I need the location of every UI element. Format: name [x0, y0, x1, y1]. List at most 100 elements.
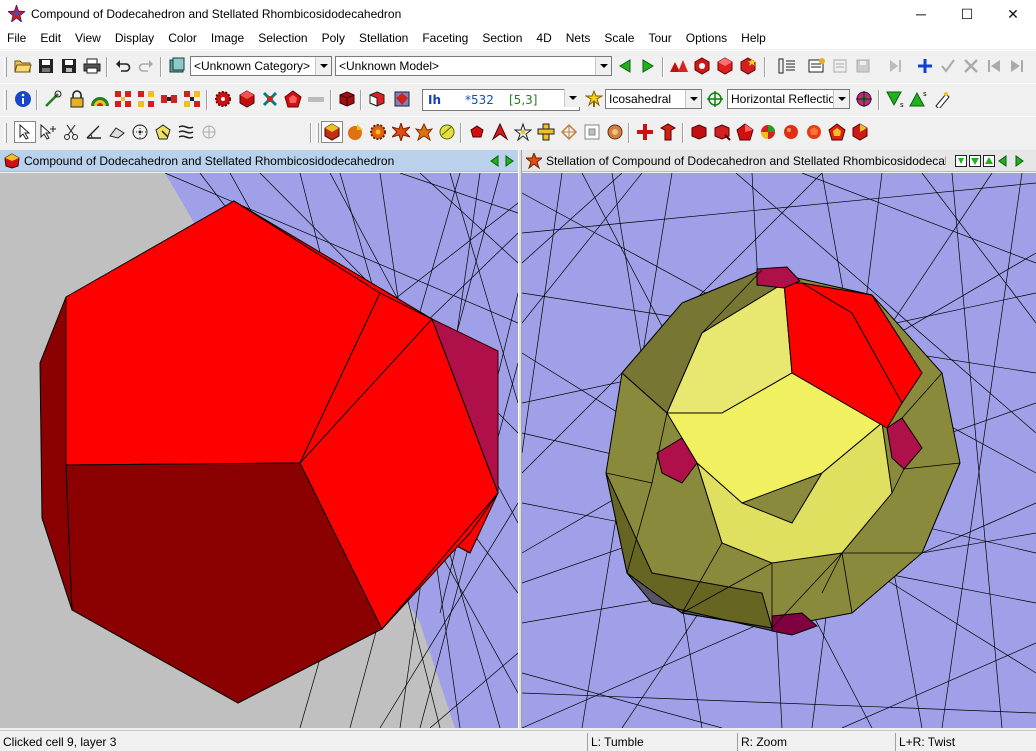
- cube-red-icon[interactable]: [236, 88, 258, 110]
- twist-tool-icon[interactable]: [175, 121, 197, 143]
- sphere-brown-icon[interactable]: [604, 121, 626, 143]
- pane-next-icon[interactable]: [1008, 150, 1030, 172]
- print-icon[interactable]: [81, 55, 103, 77]
- right-3d-canvas[interactable]: [522, 173, 1036, 728]
- pentagon-shade-icon[interactable]: [734, 121, 756, 143]
- lock-icon[interactable]: [66, 88, 88, 110]
- ball-yellow-icon[interactable]: [436, 121, 458, 143]
- symmetry-field[interactable]: Ih *532 [5,3]: [422, 89, 580, 111]
- next-model-icon[interactable]: [637, 55, 659, 77]
- vertex-wheel-icon[interactable]: [129, 121, 151, 143]
- menu-view[interactable]: View: [68, 28, 108, 49]
- net-cross-icon[interactable]: [535, 121, 557, 143]
- toolbar-grip[interactable]: [316, 123, 319, 143]
- select-pointer-icon[interactable]: [14, 121, 36, 143]
- previous-model-icon[interactable]: [614, 55, 636, 77]
- gear-red-icon[interactable]: [212, 88, 234, 110]
- cube-outline-icon[interactable]: [366, 88, 388, 110]
- star-wire-icon[interactable]: [512, 121, 534, 143]
- hexagon-red-icon[interactable]: [849, 121, 871, 143]
- menu-color[interactable]: Color: [161, 28, 204, 49]
- ball-multicolor-icon[interactable]: [757, 121, 779, 143]
- face-select-icon[interactable]: [152, 121, 174, 143]
- plus-red-icon[interactable]: [634, 121, 656, 143]
- list-view-icon[interactable]: [776, 55, 798, 77]
- menu-options[interactable]: Options: [679, 28, 734, 49]
- menu-file[interactable]: File: [0, 28, 33, 49]
- category-select[interactable]: <Unknown Category>: [190, 56, 332, 76]
- menu-selection[interactable]: Selection: [251, 28, 314, 49]
- menu-edit[interactable]: Edit: [33, 28, 68, 49]
- redo-icon[interactable]: [135, 55, 157, 77]
- spike-icon[interactable]: [489, 121, 511, 143]
- layers-icon[interactable]: [391, 88, 413, 110]
- polyhedra-cluster-icon[interactable]: [668, 55, 690, 77]
- pentagon-red-icon[interactable]: [282, 88, 304, 110]
- minimize-button[interactable]: ─: [898, 0, 944, 28]
- target-icon[interactable]: [853, 88, 875, 110]
- toolbar-grip[interactable]: [4, 90, 7, 110]
- save-icon[interactable]: [35, 55, 57, 77]
- ball-faceted-icon[interactable]: [803, 121, 825, 143]
- properties-icon[interactable]: [806, 55, 828, 77]
- model-select[interactable]: <Unknown Model>: [335, 56, 612, 76]
- leaf-burst-icon[interactable]: [413, 121, 435, 143]
- ball-red-icon[interactable]: [780, 121, 802, 143]
- angle-tool-icon[interactable]: [83, 121, 105, 143]
- grid-pattern-2-icon[interactable]: [135, 88, 157, 110]
- add-icon[interactable]: [914, 55, 936, 77]
- toolbar-grip[interactable]: [4, 123, 7, 143]
- menu-4d[interactable]: 4D: [529, 28, 558, 49]
- polyhedron-red-cube-icon[interactable]: [714, 55, 736, 77]
- scissors-icon[interactable]: [60, 121, 82, 143]
- menu-faceting[interactable]: Faceting: [415, 28, 475, 49]
- close-button[interactable]: ✕: [990, 0, 1036, 28]
- menu-image[interactable]: Image: [204, 28, 251, 49]
- edge-tool-icon[interactable]: [106, 121, 128, 143]
- diamond-outline-icon[interactable]: [558, 121, 580, 143]
- info-icon[interactable]: [12, 88, 34, 110]
- menu-tour[interactable]: Tour: [641, 28, 678, 49]
- sphere-cut-icon[interactable]: [344, 121, 366, 143]
- triangle-up-icon[interactable]: s: [907, 88, 929, 110]
- menu-section[interactable]: Section: [475, 28, 529, 49]
- cross-shape-icon[interactable]: [259, 88, 281, 110]
- star-burst-icon[interactable]: [390, 121, 412, 143]
- polyhedron-add-icon[interactable]: [691, 55, 713, 77]
- solid-view-icon[interactable]: [321, 121, 343, 143]
- grid-pattern-4-icon[interactable]: [181, 88, 203, 110]
- tee-red-icon[interactable]: [657, 121, 679, 143]
- frame-icon[interactable]: [581, 121, 603, 143]
- pane-next-icon[interactable]: [498, 150, 520, 172]
- triangle-down-icon[interactable]: s: [884, 88, 906, 110]
- model-library-icon[interactable]: [166, 55, 188, 77]
- menu-scale[interactable]: Scale: [597, 28, 641, 49]
- gear-orange-icon[interactable]: [367, 121, 389, 143]
- maximize-button[interactable]: ☐: [944, 0, 990, 28]
- dome-icon[interactable]: [89, 88, 111, 110]
- menu-poly[interactable]: Poly: [315, 28, 352, 49]
- right-3d-view[interactable]: [522, 173, 1036, 728]
- cube-solid-icon[interactable]: [688, 121, 710, 143]
- grid-pattern-3-icon[interactable]: [158, 88, 180, 110]
- polyhedron-star-icon[interactable]: [737, 55, 759, 77]
- menu-help[interactable]: Help: [734, 28, 773, 49]
- paint-tool-icon[interactable]: [930, 88, 952, 110]
- pentagon-small-icon[interactable]: [466, 121, 488, 143]
- cube-spiky-icon[interactable]: [711, 121, 733, 143]
- left-3d-view[interactable]: [0, 173, 518, 728]
- save-as-icon[interactable]: [58, 55, 80, 77]
- edit-tools-icon[interactable]: [42, 88, 64, 110]
- box-icon[interactable]: [336, 88, 358, 110]
- toolbar-grip[interactable]: [4, 57, 7, 77]
- menu-display[interactable]: Display: [108, 28, 161, 49]
- pointer-plus-icon[interactable]: [37, 121, 59, 143]
- menu-stellation[interactable]: Stellation: [352, 28, 415, 49]
- open-folder-icon[interactable]: [12, 55, 34, 77]
- grid-pattern-1-icon[interactable]: [112, 88, 134, 110]
- reflection-select[interactable]: Horizontal Reflection: [727, 89, 850, 109]
- symmetry-type-select[interactable]: Icosahedral: [605, 89, 702, 109]
- pentagon-yellow-icon[interactable]: [826, 121, 848, 143]
- undo-icon[interactable]: [112, 55, 134, 77]
- left-3d-canvas[interactable]: [0, 173, 518, 728]
